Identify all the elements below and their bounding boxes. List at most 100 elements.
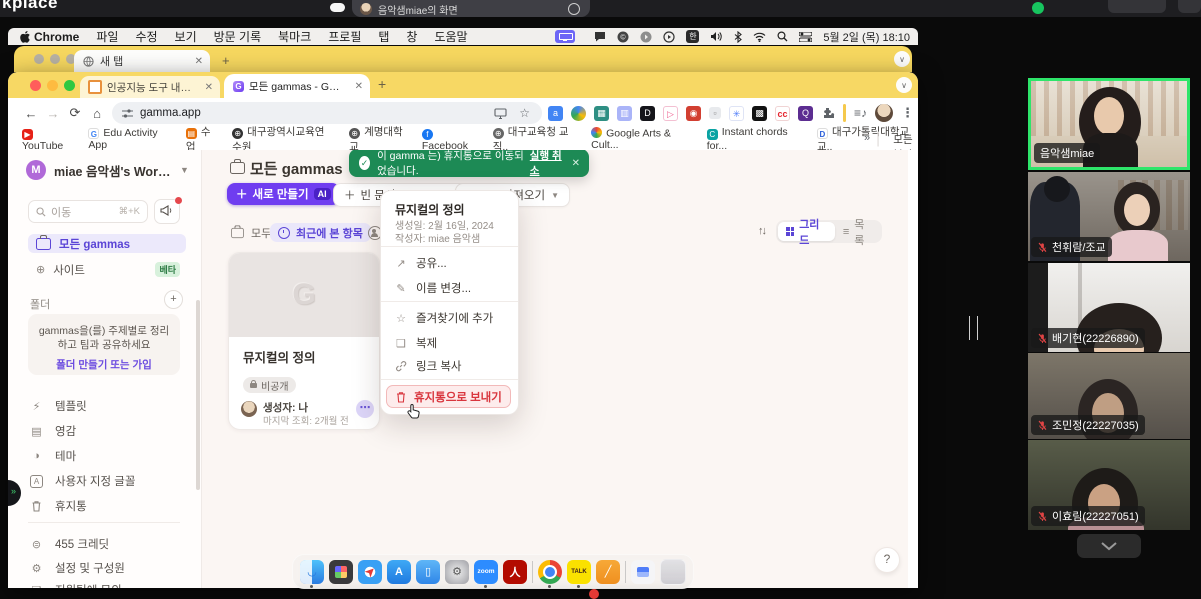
participant-tile-2[interactable]: 천휘람/조교 (1028, 172, 1190, 261)
forward-icon[interactable]: → (42, 106, 64, 121)
sidebar-item-support[interactable]: ❑지원팀에 문의 (30, 582, 190, 588)
page-scrollbar[interactable] (908, 150, 918, 588)
volume-icon[interactable] (710, 31, 723, 42)
ext-arrow-icon[interactable]: ▷ (663, 106, 678, 121)
screen-share-indicator-icon[interactable] (555, 30, 575, 43)
help-button[interactable]: ? (874, 547, 900, 573)
menu-item-duplicate[interactable]: ❑복제 (395, 335, 437, 351)
create-new-button[interactable]: ＋ 새로 만들기 AI (227, 183, 340, 205)
ext-translate-icon[interactable]: a (548, 106, 563, 121)
dock-launchpad-icon[interactable] (329, 560, 353, 584)
menu-view[interactable]: 보기 (175, 28, 197, 45)
extensions-puzzle-icon[interactable] (821, 106, 835, 120)
menu-history[interactable]: 방문 기록 (214, 28, 262, 45)
sort-icon[interactable]: ↑↓ (758, 225, 765, 237)
ext-cc-icon[interactable]: cc (775, 106, 790, 121)
browser-menu-icon[interactable]: ⋮ (901, 105, 914, 121)
collapse-participants-button[interactable] (1077, 534, 1141, 558)
home-icon[interactable]: ⌂ (86, 106, 108, 121)
sidebar-item-sites[interactable]: ⊕ 사이트 베타 (28, 260, 186, 279)
meeting-control-fragment-2[interactable] (1178, 0, 1201, 13)
sidebar-item-all-gammas[interactable]: 모든 gammas (28, 234, 186, 253)
grid-view-button[interactable]: 그리드 (778, 222, 835, 241)
tab-ai-tools[interactable]: 인공지능 도구 내 수업에 적용하기 ✕ (80, 76, 220, 98)
close-tab-icon[interactable]: ✕ (348, 81, 370, 92)
dock-notes-icon[interactable]: ╱ (596, 560, 620, 584)
menu-item-trash[interactable]: 휴지통으로 보내기 (386, 385, 511, 408)
tab-gamma[interactable]: G 모든 gammas - Gamma ✕ (224, 74, 370, 98)
dock-acrobat-icon[interactable]: 人 (503, 560, 527, 584)
toast-undo-link[interactable]: 실행 취소 (530, 150, 563, 178)
menu-edit[interactable]: 수정 (135, 28, 157, 45)
zoom-window-button[interactable] (64, 80, 75, 91)
menu-bar-clock[interactable]: 5월 2일 (목) 18:10 (823, 29, 910, 45)
bookmarks-overflow-icon[interactable]: » (864, 132, 870, 144)
folder-create-link[interactable]: 폴더 만들기 또는 가입 (28, 357, 180, 372)
traffic-lights[interactable] (30, 80, 75, 91)
workspace-switcher[interactable]: M miae 음악샘's Work... ▼ (26, 160, 189, 180)
sidebar-item-trash[interactable]: 휴지통 (30, 498, 190, 514)
sidebar-scrollbar[interactable] (196, 300, 200, 490)
screen-share-banner[interactable]: 음악샘miae의 화면 (352, 0, 590, 17)
dock-widget-icon[interactable] (631, 560, 655, 584)
reading-list-icon[interactable]: ≡♪ (854, 106, 867, 120)
menu-tab[interactable]: 탭 (378, 28, 389, 45)
menu-bookmarks[interactable]: 북마크 (278, 28, 311, 45)
menu-profiles[interactable]: 프로필 (328, 28, 361, 45)
ext-teal-icon[interactable]: ▦ (594, 106, 609, 121)
participant-tile-4[interactable]: 조민정(22227035) (1028, 353, 1190, 439)
menu-app-name[interactable]: Chrome (34, 30, 79, 44)
menu-item-favorite[interactable]: ☆즐겨찾기에 추가 (395, 310, 493, 326)
dock-zoom-icon[interactable]: zoom (474, 560, 498, 584)
menu-item-share[interactable]: ↗공유... (395, 255, 447, 271)
sidebar-item-inspiration[interactable]: ▤영감 (30, 423, 190, 439)
participant-tile-3[interactable]: 배기현(22226890) (1028, 263, 1190, 352)
dock-kakaotalk-icon[interactable]: TALK (567, 560, 591, 584)
bookmark-youtube[interactable]: ▶YouTube (22, 126, 73, 152)
bookmark-star-icon[interactable]: ☆ (519, 106, 530, 120)
dock-trash-icon[interactable] (660, 559, 686, 585)
meeting-control-fragment[interactable] (1108, 0, 1166, 13)
ext-small-icon[interactable]: ▫ (709, 107, 721, 119)
new-tab-button[interactable]: + (222, 53, 230, 68)
filter-all[interactable]: 모두 (230, 223, 271, 242)
dock-settings-icon[interactable]: ⚙ (445, 560, 469, 584)
dock-safari-icon[interactable]: ➤ (358, 560, 382, 584)
chat-icon[interactable] (594, 31, 606, 42)
sidebar-item-settings[interactable]: ⚙설정 및 구성원 (30, 560, 190, 576)
list-view-button[interactable]: ≡목록 (835, 216, 880, 248)
filter-recent[interactable]: 최근에 본 항목 (270, 223, 371, 242)
tune-icon[interactable] (122, 109, 133, 118)
participant-tile-1[interactable]: 음악샘miae (1028, 78, 1190, 170)
menu-file[interactable]: 파일 (96, 28, 118, 45)
reload-icon[interactable]: ⟳ (64, 105, 86, 121)
menu-item-copy-link[interactable]: 링크 복사 (395, 358, 462, 374)
participant-tile-5[interactable]: 이효림(22227051) (1028, 440, 1190, 530)
sidebar-item-themes[interactable]: ◑테마 (30, 448, 190, 464)
ext-snowflake-icon[interactable]: ✳ (729, 106, 744, 121)
sidebar-search[interactable]: 이동 ⌘+K (28, 200, 148, 223)
card-thumbnail[interactable]: G (229, 253, 379, 337)
apple-icon[interactable] (20, 31, 31, 43)
dock-finder-icon[interactable]: ◡ (300, 560, 324, 584)
bookmark-google-arts[interactable]: Google Arts & Cult... (591, 127, 692, 152)
dock-appstore-icon[interactable]: A (387, 560, 411, 584)
close-tab-icon[interactable]: ✕ (188, 56, 210, 67)
bookmark-instant-chords[interactable]: CInstant chords for... (707, 126, 802, 152)
adobe-cc-icon[interactable]: © (617, 31, 629, 43)
menu-help[interactable]: 도움말 (434, 28, 467, 45)
background-tab-newtab[interactable]: 새 탭 ✕ (74, 50, 210, 72)
menu-window[interactable]: 창 (406, 28, 417, 45)
tab-search-icon[interactable]: ∨ (896, 77, 912, 93)
dock-chrome-icon[interactable] (538, 560, 562, 584)
play-circle-icon[interactable] (663, 31, 675, 43)
close-tab-icon[interactable]: ✕ (198, 82, 220, 93)
ext-record-icon[interactable]: ◉ (686, 106, 701, 121)
tab-search-icon[interactable]: ∨ (894, 51, 910, 67)
announcements-button[interactable] (154, 199, 180, 224)
bookmark-edu-activity[interactable]: GEdu Activity App (88, 127, 170, 152)
ext-colorful-icon[interactable] (571, 106, 586, 121)
sidebar-item-templates[interactable]: ⚡템플릿 (30, 398, 190, 414)
control-center-icon[interactable] (799, 32, 812, 42)
ext-qr-icon[interactable]: ▩ (752, 106, 767, 121)
